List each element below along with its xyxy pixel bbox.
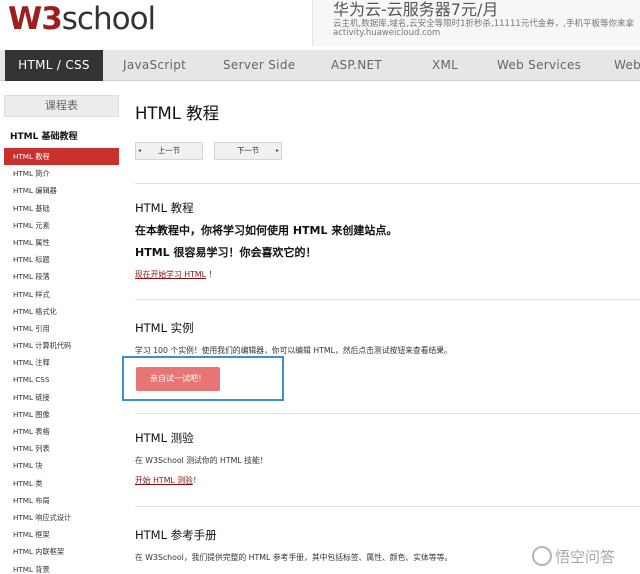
logo-school: school bbox=[61, 1, 156, 37]
chevron-right-icon: ▸ bbox=[275, 147, 279, 154]
nav-server-side[interactable]: Server Side bbox=[223, 50, 295, 81]
ad-url[interactable]: activity.huaweicloud.com bbox=[333, 28, 440, 38]
start-learning-link[interactable]: 现在开始学习 HTML bbox=[135, 270, 206, 279]
divider bbox=[135, 413, 640, 414]
quiz-text: 在 W3School 测试你的 HTML 技能！ bbox=[135, 456, 268, 465]
w3school-logo[interactable]: W3school bbox=[8, 0, 156, 38]
intro-line-2: HTML 很容易学习！你会喜欢它的！ bbox=[135, 246, 317, 259]
start-quiz-link[interactable]: 开始 HTML 测验 bbox=[135, 476, 193, 485]
watermark-logo-icon bbox=[532, 546, 552, 566]
sidebar-item[interactable]: HTML 列表 bbox=[4, 440, 119, 457]
sidebar-item[interactable]: HTML 表格 bbox=[4, 423, 119, 440]
sidebar-item[interactable]: HTML CSS bbox=[4, 371, 119, 388]
quiz-link-suffix: ！ bbox=[192, 476, 201, 485]
sidebar-item[interactable]: HTML 响应式设计 bbox=[4, 509, 119, 526]
try-it-button[interactable]: 亲自试一试吧！ bbox=[136, 367, 220, 391]
chevron-left-icon: ◂ bbox=[138, 147, 142, 154]
header: W3school 华为云-云服务器7元/月 云主机,数据库,域名,云安全等限时1… bbox=[0, 0, 640, 50]
reference-text: 在 W3School，我们提供完整的 HTML 参考手册，其中包括标签、属性、颜… bbox=[135, 553, 453, 562]
nav-html-css[interactable]: HTML / CSS bbox=[5, 50, 103, 81]
sidebar-item[interactable]: HTML 计算机代码 bbox=[4, 337, 119, 354]
divider bbox=[135, 299, 640, 300]
sidebar-item[interactable]: HTML 属性 bbox=[4, 234, 119, 251]
ad-banner[interactable]: 华为云-云服务器7元/月 云主机,数据库,域名,云安全等限时1折秒杀,11111… bbox=[312, 0, 640, 46]
sidebar-item[interactable]: HTML 格式化 bbox=[4, 303, 119, 320]
watermark-text: 悟空问答 bbox=[555, 548, 616, 566]
nav-javascript[interactable]: JavaScript bbox=[123, 50, 186, 81]
sidebar-item[interactable]: HTML 块 bbox=[4, 457, 119, 474]
nav-xml[interactable]: XML bbox=[432, 50, 458, 81]
start-learning-suffix: ！ bbox=[208, 270, 217, 279]
sidebar-heading: 课程表 bbox=[4, 95, 119, 117]
watermark: 悟空问答 bbox=[532, 544, 636, 570]
sidebar-item[interactable]: HTML 背景 bbox=[4, 561, 119, 574]
section-heading-quiz: HTML 测验 bbox=[135, 431, 194, 445]
examples-text: 学习 100 个实例！使用我们的编辑器，你可以编辑 HTML，然后点击测试按钮来… bbox=[135, 346, 452, 355]
sidebar-item[interactable]: HTML 样式 bbox=[4, 286, 119, 303]
sidebar-item[interactable]: HTML 段落 bbox=[4, 268, 119, 285]
intro-line-1: 在本教程中，你将学习如何使用 HTML 来创建站点。 bbox=[135, 224, 398, 237]
sidebar-item[interactable]: HTML 引用 bbox=[4, 320, 119, 337]
sidebar-item[interactable]: HTML 布局 bbox=[4, 492, 119, 509]
page-title: HTML 教程 bbox=[135, 104, 220, 123]
sidebar-item[interactable]: HTML 标题 bbox=[4, 251, 119, 268]
sidebar-item[interactable]: HTML 注释 bbox=[4, 354, 119, 371]
top-nav: HTML / CSS JavaScript Server Side ASP.NE… bbox=[0, 50, 640, 81]
nav-aspnet[interactable]: ASP.NET bbox=[331, 50, 382, 81]
sidebar-item[interactable]: HTML 类 bbox=[4, 475, 119, 492]
prev-label: 上一节 bbox=[157, 146, 181, 155]
sidebar-item[interactable]: HTML 图像 bbox=[4, 406, 119, 423]
sidebar-item[interactable]: HTML 基础 bbox=[4, 200, 119, 217]
sidebar-item[interactable]: HTML 元素 bbox=[4, 217, 119, 234]
start-learning-row: 现在开始学习 HTML ！ bbox=[135, 269, 216, 280]
nav-web-services[interactable]: Web Services bbox=[497, 50, 581, 81]
section-heading-reference: HTML 参考手册 bbox=[135, 528, 217, 542]
next-label: 下一节 bbox=[236, 146, 260, 155]
sidebar-item[interactable]: HTML 链接 bbox=[4, 389, 119, 406]
sidebar-list: HTML 教程 HTML 简介 HTML 编辑器 HTML 基础 HTML 元素 HTML… bbox=[4, 148, 119, 574]
logo-w3: W3 bbox=[8, 1, 63, 37]
sidebar-item[interactable]: HTML 编辑器 bbox=[4, 182, 119, 199]
sidebar-item[interactable]: HTML 教程 bbox=[4, 148, 119, 166]
section-heading-examples: HTML 实例 bbox=[135, 321, 194, 335]
main-content: HTML 教程 ◂ 上一节 下一节 ▸ HTML 教程 在本教程中，你将学习如何… bbox=[122, 95, 640, 574]
sidebar: 课程表 HTML 基础教程 HTML 教程 HTML 简介 HTML 编辑器 HTML… bbox=[4, 95, 119, 574]
divider bbox=[135, 183, 640, 184]
sidebar-item[interactable]: HTML 简介 bbox=[4, 165, 119, 182]
sidebar-item[interactable]: HTML 框架 bbox=[4, 526, 119, 543]
section-heading-tutorial: HTML 教程 bbox=[135, 201, 194, 215]
next-button[interactable]: 下一节 ▸ bbox=[214, 142, 282, 160]
nav-web[interactable]: Web bbox=[614, 50, 640, 81]
quiz-link-row: 开始 HTML 测验！ bbox=[135, 475, 201, 486]
prev-button[interactable]: ◂ 上一节 bbox=[135, 142, 203, 160]
sidebar-section-title: HTML 基础教程 bbox=[10, 132, 78, 142]
divider bbox=[135, 506, 640, 507]
sidebar-item[interactable]: HTML 内联框架 bbox=[4, 543, 119, 560]
